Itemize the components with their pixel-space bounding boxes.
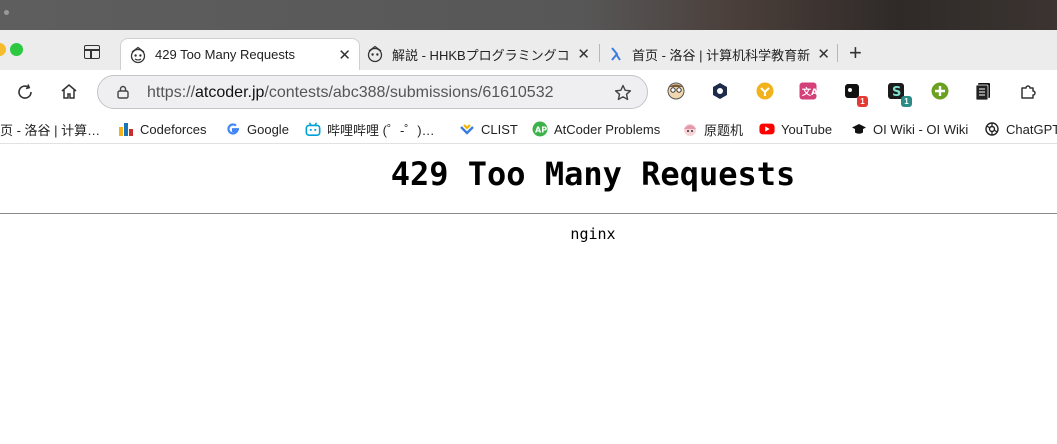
tab-strip: 429 Too Many Requests ✕ 解説 - HHKBプログラミング… [0,30,1057,70]
bookmark-label: 页 - 洛谷 | 计算… [0,122,101,138]
extensions-puzzle-icon[interactable] [1018,81,1038,101]
address-bar[interactable]: https://atcoder.jp/contests/abc388/submi… [97,75,648,109]
bookmark-label: AtCoder Problems [554,121,661,137]
atcoder-icon [129,46,147,64]
divider [0,213,1057,214]
svg-text:S: S [892,85,901,100]
luogu-icon [606,45,624,63]
ext-translate-icon[interactable]: 文A [798,81,818,101]
page-content: 429 Too Many Requests nginx [0,145,1057,444]
new-tab-button[interactable]: + [849,40,862,66]
bookmark-star-icon[interactable] [613,83,633,108]
ext-face-icon[interactable] [666,81,686,101]
bookmark-atcoder-problems[interactable]: AP AtCoder Problems [532,120,660,138]
tab-title: 解説 - HHKBプログラミングコ [392,47,570,63]
atcoder-icon [366,45,384,63]
url-host: atcoder.jp [195,84,265,101]
tab-close-icon[interactable]: ✕ [577,45,590,63]
bookmark-bilibili[interactable]: 哔哩哔哩 (゜-゜)… [305,120,435,138]
tab-close-icon[interactable]: ✕ [817,45,830,63]
site-info-lock-icon[interactable] [115,84,131,105]
youtube-icon [759,121,775,137]
url-scheme: https:// [147,84,196,101]
codeforces-icon [118,121,134,137]
anime-avatar-icon [682,121,698,137]
browser-toolbar: https://atcoder.jp/contests/abc388/submi… [0,70,1057,114]
bookmarks-bar: 页 - 洛谷 | 计算… Codeforces Google 哔哩哔哩 (゜-゜… [0,114,1057,144]
bookmark-luogu[interactable]: 页 - 洛谷 | 计算… [0,120,100,138]
clist-icon [459,121,475,137]
tab-title: 首页 - 洛谷 | 计算机科学教育新 [632,47,811,63]
ext-plus-icon[interactable] [930,81,950,101]
url-path: /contests/abc388/submissions/61610532 [264,84,554,101]
tab-actions-icon[interactable] [84,45,100,59]
tab-editorial[interactable]: 解説 - HHKBプログラミングコ ✕ [358,38,598,70]
svg-text:AP: AP [535,126,547,135]
google-icon [225,121,241,137]
bookmark-oiwiki[interactable]: OI Wiki - OI Wiki [851,120,968,138]
ext-book-icon[interactable] [974,81,994,101]
reload-button[interactable] [13,80,37,104]
window-menu-dot[interactable] [4,10,9,15]
ext-badge: 1 [857,96,868,107]
tab-active[interactable]: 429 Too Many Requests ✕ [120,38,360,70]
bookmark-clist[interactable]: CLIST [459,120,518,138]
bookmark-label: Google [247,121,289,137]
tab-title: 429 Too Many Requests [155,47,295,62]
window-minimize-button[interactable] [0,43,6,56]
server-name: nginx [570,225,616,243]
home-icon [61,84,77,99]
chatgpt-icon [984,121,1000,137]
ext-s-icon[interactable]: S 1 [886,81,912,107]
ext-hex-icon[interactable] [710,81,730,101]
bookmark-yuantiji[interactable]: 原题机 [682,120,743,138]
bookmark-label: 哔哩哔哩 (゜-゜)… [327,122,435,138]
error-heading: 429 Too Many Requests [390,155,796,193]
ext-coin-icon[interactable] [755,81,775,101]
tab-luogu[interactable]: 首页 - 洛谷 | 计算机科学教育新 ✕ [598,38,838,70]
bookmark-google[interactable]: Google [225,120,289,138]
bookmark-label: YouTube [781,121,833,137]
ext-tracker-icon[interactable]: 1 [842,81,868,107]
atcoder-problems-icon: AP [532,121,548,137]
bookmark-label: CLIST [481,121,518,137]
os-title-strip [0,0,1057,30]
graduation-cap-icon [851,121,867,137]
window-maximize-button[interactable] [10,43,23,56]
bookmark-label: Codeforces [140,121,207,137]
svg-text:文A: 文A [801,86,818,98]
bookmark-codeforces[interactable]: Codeforces [118,120,206,138]
bookmark-chatgpt[interactable]: ChatGPT [984,120,1057,138]
tab-separator [837,44,838,62]
bookmark-label: 原题机 [704,122,744,138]
bookmark-label: OI Wiki - OI Wiki [873,121,969,137]
reload-icon [18,84,32,99]
ext-badge: 1 [901,96,912,107]
bilibili-icon [305,121,321,137]
home-button[interactable] [57,80,81,104]
bookmark-youtube[interactable]: YouTube [759,120,832,138]
bookmark-label: ChatGPT [1006,121,1057,137]
tab-close-icon[interactable]: ✕ [338,46,351,64]
url-text[interactable]: https://atcoder.jp/contests/abc388/submi… [147,84,554,102]
